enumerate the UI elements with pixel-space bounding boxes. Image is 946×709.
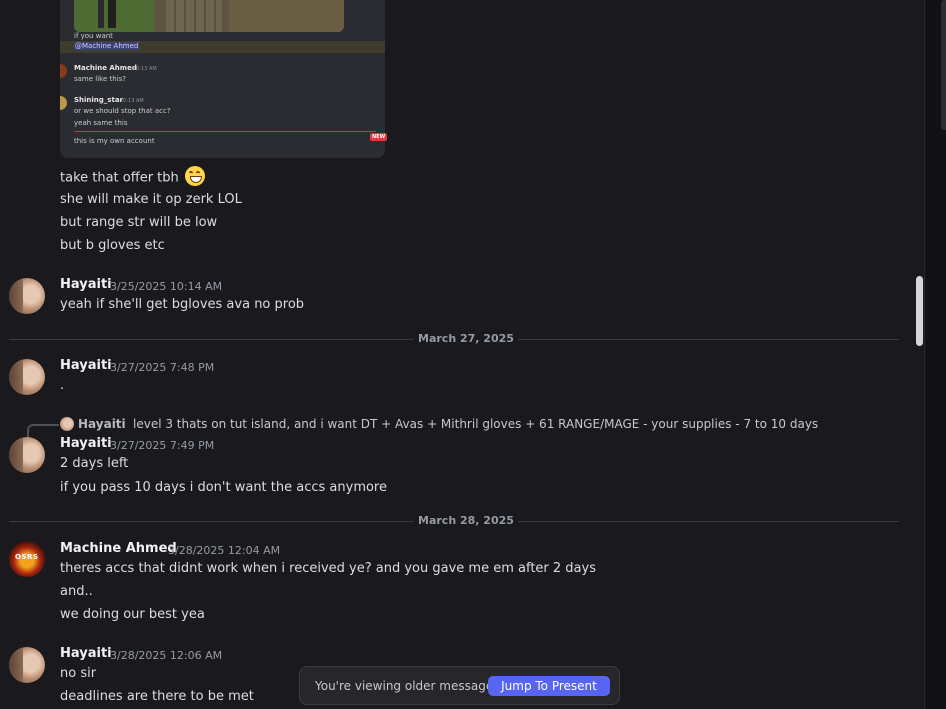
message-content: deadlines are there to be met [60, 689, 254, 704]
message-content: theres accs that didnt work when i recei… [60, 561, 596, 576]
smile-emoji-icon [184, 166, 205, 186]
message-content: no sir [60, 666, 97, 681]
attachment-text-line: if you want [74, 32, 113, 40]
jump-to-present-button[interactable]: Jump To Present [488, 676, 610, 696]
avatar-logo-text: OSRS [15, 553, 39, 561]
panel-edge [941, 0, 946, 130]
avatar[interactable] [9, 359, 45, 395]
message-timestamp: 3/28/2025 12:04 AM [168, 544, 281, 557]
scrollbar-thumb[interactable] [916, 276, 923, 346]
attachment-avatar [60, 64, 67, 78]
scrollbar-track[interactable] [914, 0, 924, 709]
date-divider: March 28, 2025 [414, 514, 518, 527]
message-timestamp: 3/28/2025 12:06 AM [110, 649, 223, 662]
message-content: 2 days left [60, 456, 129, 471]
attachment-mention: @Machine Ahmed [74, 42, 140, 50]
date-divider: March 27, 2025 [414, 332, 518, 345]
chat-message-list[interactable]: if you want @Machine Ahmed Machine Ahmed… [0, 0, 914, 709]
message-content: she will make it op zerk LOL [60, 192, 242, 207]
username[interactable]: Machine Ahmed [60, 541, 177, 556]
message-content: take that offer tbh [60, 166, 205, 188]
message-content: . [60, 378, 65, 393]
older-messages-text: You're viewing older messages [315, 679, 500, 693]
reply-avatar [60, 417, 74, 431]
attachment-text-line: or we should stop that acc? [74, 107, 171, 115]
avatar[interactable] [9, 437, 45, 473]
message-content: and.. [60, 584, 93, 599]
avatar[interactable] [9, 278, 45, 314]
attachment-avatar [60, 96, 67, 110]
avatar[interactable] [9, 647, 45, 683]
username[interactable]: Hayaiti [60, 646, 112, 661]
attachment-username: Shining_star [74, 96, 123, 104]
older-messages-bar: You're viewing older messages Jump To Pr… [299, 666, 620, 705]
member-panel-edge [924, 0, 946, 709]
message-timestamp: 3/25/2025 10:14 AM [110, 280, 223, 293]
message-content: we doing our best yea [60, 607, 205, 622]
username[interactable]: Hayaiti [60, 436, 112, 451]
avatar[interactable]: OSRS [9, 541, 45, 577]
message-text: take that offer tbh [60, 170, 179, 186]
new-badge: NEW [370, 133, 388, 141]
message-content: but range str will be low [60, 215, 218, 230]
new-messages-divider [74, 131, 376, 132]
username[interactable]: Hayaiti [60, 358, 112, 373]
reply-connector [27, 424, 59, 438]
message-content: yeah if she'll get bgloves ava no prob [60, 297, 305, 312]
attachment-text-line: this is my own account [74, 137, 155, 145]
message-content: if you pass 10 days i don't want the acc… [60, 480, 387, 495]
attachment-text-line: yeah same this [74, 119, 128, 127]
attachment-timestamp: 10:13 AM [120, 98, 144, 104]
attachment-timestamp: 10:13 AM [133, 66, 157, 72]
message-timestamp: 3/27/2025 7:48 PM [110, 361, 215, 374]
game-screenshot-crop [74, 0, 344, 32]
message-content: but b gloves etc [60, 238, 165, 253]
attachment-username: Machine Ahmed [74, 64, 137, 72]
reply-username[interactable]: Hayaiti [78, 417, 126, 431]
attachment-text-line: same like this? [74, 75, 127, 83]
username[interactable]: Hayaiti [60, 277, 112, 292]
image-attachment[interactable]: if you want @Machine Ahmed Machine Ahmed… [60, 0, 385, 158]
reply-preview[interactable]: level 3 thats on tut island, and i want … [133, 417, 818, 431]
message-timestamp: 3/27/2025 7:49 PM [110, 439, 215, 452]
